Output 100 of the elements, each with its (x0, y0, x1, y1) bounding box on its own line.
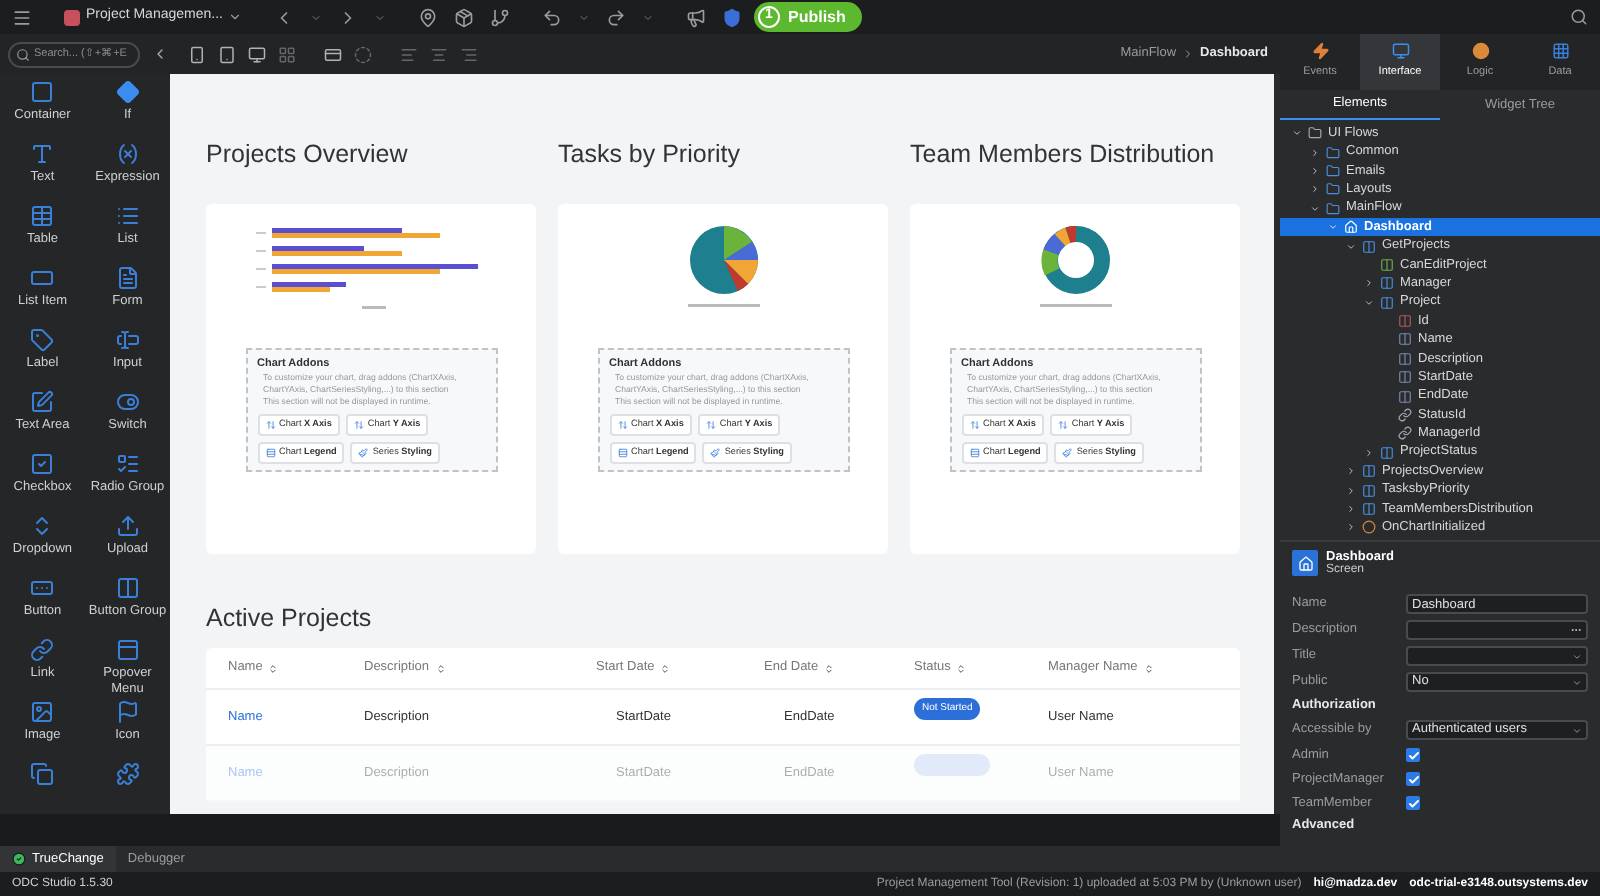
checkbox-icon (30, 452, 55, 476)
lightning-icon (1311, 42, 1329, 61)
expand-icon[interactable] (1292, 128, 1302, 139)
attribute-icon (1398, 370, 1412, 385)
axis-icon (617, 420, 627, 431)
aggregate-icon (1362, 464, 1376, 479)
action-icon (1362, 520, 1376, 535)
reference-icon (1398, 426, 1412, 441)
image-icon (30, 700, 55, 724)
chevron-icon (1182, 48, 1195, 60)
section-title: Active Projects (206, 602, 374, 636)
sort-icon (956, 663, 967, 673)
megaphone-icon[interactable] (686, 7, 707, 27)
entity-icon (1380, 295, 1394, 310)
chart-title: Projects Overview (206, 138, 410, 172)
brush-icon (358, 448, 369, 459)
axis-icon (705, 420, 716, 431)
caret-icon (228, 10, 243, 24)
desktop-icon[interactable] (248, 45, 266, 63)
align-center-icon[interactable] (430, 45, 448, 63)
sort-icon (824, 663, 835, 673)
package-icon[interactable] (454, 7, 475, 27)
axis-icon (265, 420, 275, 431)
link-icon (30, 638, 55, 662)
tag-icon (30, 328, 55, 352)
aggregate-icon (1362, 483, 1376, 498)
check-circle-icon (12, 852, 26, 866)
screen-icon (1292, 550, 1318, 577)
phone-icon[interactable] (188, 45, 206, 63)
entity-icon (1380, 276, 1394, 291)
description-field[interactable] (1406, 620, 1588, 641)
axis-icon (1057, 420, 1068, 431)
popover-icon (115, 638, 140, 662)
square-icon (30, 80, 55, 104)
dashed-circle-icon[interactable] (354, 45, 372, 63)
sort-icon (660, 663, 671, 673)
input-icon (115, 328, 140, 352)
flag-icon (115, 700, 140, 724)
brush-icon (1062, 448, 1073, 459)
reference-icon (1398, 408, 1412, 423)
monitor-icon (1391, 42, 1409, 61)
text-icon (30, 142, 55, 166)
chart-title: Tasks by Priority (558, 138, 742, 172)
toggle-icon (115, 390, 140, 414)
redo-icon[interactable] (606, 7, 627, 27)
expand-icon[interactable] (1364, 297, 1374, 308)
button-group-icon (115, 576, 140, 600)
attribute-icon (1398, 351, 1412, 366)
diamond-icon (115, 80, 140, 104)
folder-icon (1326, 201, 1340, 216)
button-icon (30, 576, 55, 600)
aggregate-icon (1362, 239, 1376, 254)
axis-icon (353, 420, 364, 431)
folder-icon (1326, 163, 1340, 178)
checkbox[interactable] (1406, 772, 1420, 787)
copy-icon[interactable] (30, 762, 55, 786)
caret-icon (1572, 725, 1582, 736)
sort-icon (1143, 663, 1154, 673)
puzzle-icon[interactable] (115, 762, 140, 786)
collapse-icon[interactable] (152, 46, 168, 62)
branch-icon[interactable] (490, 7, 511, 27)
align-left-icon[interactable] (400, 45, 418, 63)
scrollbar[interactable] (1274, 74, 1280, 814)
search-icon[interactable] (1570, 8, 1588, 26)
sort-icon (435, 663, 446, 673)
align-right-icon[interactable] (460, 45, 478, 63)
attribute-icon (1380, 257, 1394, 272)
undo-icon[interactable] (542, 7, 563, 27)
caret-icon (1572, 677, 1582, 688)
pin-icon[interactable] (418, 7, 439, 27)
dropdown-field[interactable] (1406, 646, 1588, 667)
status-badge (914, 754, 990, 776)
menu-icon[interactable] (12, 7, 32, 27)
folder-icon (1326, 182, 1340, 197)
sort-icon (268, 663, 279, 673)
radio-list-icon (115, 452, 140, 476)
legend-icon (265, 448, 275, 459)
axis-icon (969, 420, 979, 431)
checkbox[interactable] (1406, 796, 1420, 811)
rectangle-icon (30, 266, 55, 290)
upload-icon (115, 514, 140, 538)
circle-icon (1471, 42, 1489, 61)
text-area-icon (30, 390, 55, 414)
search-icon (16, 47, 30, 61)
legend-icon (969, 448, 979, 459)
variable-icon (115, 142, 140, 166)
id-icon (1398, 314, 1412, 329)
card-icon[interactable] (324, 45, 342, 63)
legend-icon (617, 448, 627, 459)
layout-icon[interactable] (278, 45, 296, 63)
checkbox[interactable] (1406, 748, 1420, 763)
shield-icon[interactable] (722, 7, 743, 27)
folder-icon (1326, 145, 1340, 160)
aggregate-icon (1362, 502, 1376, 516)
app-icon (64, 9, 80, 25)
brush-icon (710, 448, 721, 459)
entity-icon (1380, 445, 1394, 460)
tablet-icon[interactable] (218, 45, 236, 63)
caret-icon (1572, 651, 1582, 662)
collapse-icon[interactable] (1364, 278, 1374, 289)
